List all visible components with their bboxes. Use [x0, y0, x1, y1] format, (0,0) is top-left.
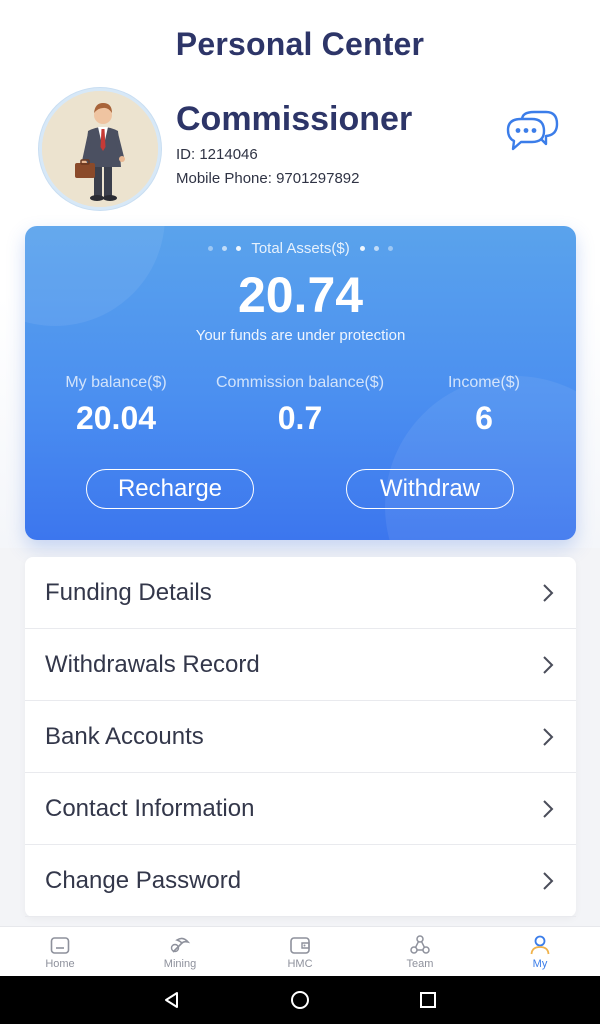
avatar — [39, 88, 161, 210]
bottom-tab-bar: Home Mining HMC Team My — [0, 926, 600, 976]
commission-label: Commission balance($) — [215, 374, 385, 391]
nav-home-button[interactable] — [236, 976, 364, 1024]
menu-item-label: Bank Accounts — [45, 722, 204, 750]
chat-bubbles-icon — [506, 110, 559, 151]
home-circle-icon — [291, 991, 309, 1009]
commission-stat: Commission balance($) 0.7 — [200, 374, 400, 437]
total-assets-value: 20.74 — [237, 267, 364, 323]
withdraw-button[interactable]: Withdraw — [346, 469, 514, 509]
tab-label: Home — [45, 958, 75, 970]
recents-square-icon — [420, 992, 436, 1008]
menu-item-label: Contact Information — [45, 794, 255, 822]
user-id: ID: 1214046 — [176, 146, 258, 163]
tab-home[interactable]: Home — [0, 927, 120, 976]
menu-list: Funding Details Withdrawals Record Bank … — [25, 557, 576, 917]
user-icon — [530, 935, 550, 955]
chevron-right-icon — [543, 799, 554, 818]
team-icon — [410, 935, 430, 954]
tab-label: HMC — [287, 958, 313, 970]
protection-text: Your funds are under protection — [195, 327, 406, 344]
tab-hmc[interactable]: HMC — [240, 927, 360, 976]
dots-right-icon — [359, 246, 393, 251]
recharge-button[interactable]: Recharge — [86, 469, 254, 509]
asset-card: Total Assets($) 20.74 Your funds are und… — [25, 226, 576, 540]
menu-item-label: Funding Details — [45, 578, 212, 606]
header: Personal Center — [0, 0, 600, 88]
menu-item-funding-details[interactable]: Funding Details — [25, 557, 576, 629]
dots-left-icon — [208, 246, 242, 251]
menu-item-change-password[interactable]: Change Password — [25, 845, 576, 917]
chevron-right-icon — [543, 583, 554, 602]
nav-back-button[interactable] — [108, 976, 236, 1024]
chevron-right-icon — [543, 727, 554, 746]
income-value: 6 — [475, 400, 493, 436]
back-triangle-icon — [165, 992, 178, 1008]
tab-label: Mining — [163, 958, 197, 970]
balance-stat: My balance($) 20.04 — [25, 374, 216, 437]
income-stat: Income($) 6 — [384, 374, 576, 437]
wallet-icon — [290, 937, 310, 954]
total-assets-row: Total Assets($) — [25, 240, 576, 257]
chat-button[interactable] — [504, 108, 560, 160]
nav-recents-button[interactable] — [364, 976, 492, 1024]
user-phone: Mobile Phone: 9701297892 — [176, 170, 360, 187]
commission-value: 0.7 — [277, 400, 323, 436]
page-title: Personal Center — [175, 25, 425, 62]
home-icon — [50, 937, 70, 954]
balance-value: 20.04 — [75, 400, 157, 436]
tab-label: My — [532, 958, 548, 970]
balance-label: My balance($) — [65, 374, 167, 391]
tab-my[interactable]: My — [480, 927, 600, 976]
user-name: Commissioner — [176, 100, 413, 138]
tab-team[interactable]: Team — [360, 927, 480, 976]
menu-item-withdrawals-record[interactable]: Withdrawals Record — [25, 629, 576, 701]
system-nav-bar — [0, 976, 600, 1024]
menu-item-bank-accounts[interactable]: Bank Accounts — [25, 701, 576, 773]
menu-item-contact-information[interactable]: Contact Information — [25, 773, 576, 845]
menu-item-label: Withdrawals Record — [45, 650, 260, 678]
chevron-right-icon — [543, 871, 554, 890]
tab-label: Team — [406, 958, 434, 970]
menu-item-label: Change Password — [45, 866, 242, 894]
income-label: Income($) — [447, 374, 521, 391]
total-assets-label: Total Assets($) — [251, 240, 350, 257]
tab-mining[interactable]: Mining — [120, 927, 240, 976]
chevron-right-icon — [543, 655, 554, 674]
mining-icon — [170, 937, 191, 953]
